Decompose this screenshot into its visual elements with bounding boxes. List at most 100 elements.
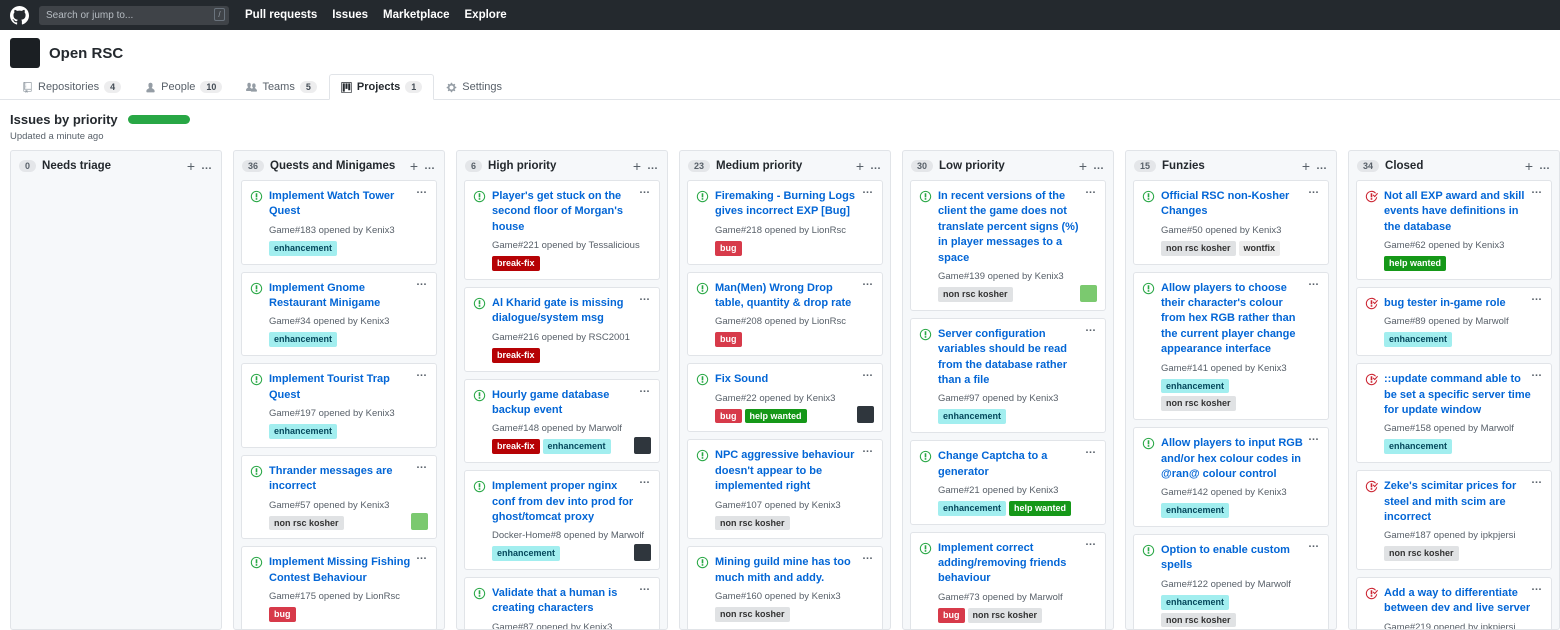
issue-card[interactable]: … Implement correct adding/removing frie…	[910, 532, 1106, 629]
issue-title[interactable]: Not all EXP award and skill events have …	[1384, 189, 1543, 235]
column-menu-button[interactable]: …	[1316, 161, 1328, 172]
card-menu-button[interactable]: …	[1308, 431, 1320, 443]
issue-title[interactable]: Al Kharid gate is missing dialogue/syste…	[492, 296, 651, 327]
tab-repositories[interactable]: Repositories 4	[10, 74, 133, 100]
issue-card[interactable]: … Allow players to choose their characte…	[1133, 272, 1329, 421]
card-menu-button[interactable]: …	[1308, 538, 1320, 550]
card-menu-button[interactable]: …	[1531, 474, 1543, 486]
issue-title[interactable]: Official RSC non-Kosher Changes	[1161, 189, 1320, 220]
issue-title[interactable]: Validate that a human is creating charac…	[492, 586, 651, 617]
issue-title[interactable]: Implement correct adding/removing friend…	[938, 541, 1097, 587]
card-menu-button[interactable]: …	[1085, 444, 1097, 456]
issue-title[interactable]: Add a way to differentiate between dev a…	[1384, 586, 1543, 617]
tab-settings[interactable]: Settings	[434, 74, 514, 100]
card-menu-button[interactable]: …	[1085, 184, 1097, 196]
card-menu-button[interactable]: …	[1308, 276, 1320, 288]
nav-explore[interactable]: Explore	[465, 9, 507, 21]
issue-title[interactable]: Fix Sound	[715, 372, 874, 387]
issue-title[interactable]: Implement Missing Fishing Contest Behavi…	[269, 555, 428, 586]
issue-card[interactable]: … Implement proper nginx conf from dev i…	[464, 470, 660, 570]
issue-title[interactable]: Hourly game database backup event	[492, 388, 651, 419]
card-menu-button[interactable]: …	[639, 383, 651, 395]
issue-card[interactable]: … In recent versions of the client the g…	[910, 180, 1106, 311]
issue-card[interactable]: … Hourly game database backup event Game…	[464, 379, 660, 464]
issue-card[interactable]: … Implement Gnome Restaurant Minigame Ga…	[241, 272, 437, 357]
issue-title[interactable]: Player's get stuck on the second floor o…	[492, 189, 651, 235]
card-menu-button[interactable]: …	[639, 474, 651, 486]
org-avatar[interactable]	[10, 38, 40, 68]
issue-title[interactable]: Server configuration variables should be…	[938, 327, 1097, 389]
issue-title[interactable]: Man(Men) Wrong Drop table, quantity & dr…	[715, 281, 874, 312]
search-box[interactable]: /	[39, 5, 229, 25]
issue-card[interactable]: … Validate that a human is creating char…	[464, 577, 660, 629]
issue-card[interactable]: … Official RSC non-Kosher Changes Game#5…	[1133, 180, 1329, 265]
issue-title[interactable]: Thrander messages are incorrect	[269, 464, 428, 495]
add-card-button[interactable]: +	[1525, 159, 1533, 173]
issue-card[interactable]: … Zeke's scimitar prices for steel and m…	[1356, 470, 1552, 570]
issue-card[interactable]: … Player's get stuck on the second floor…	[464, 180, 660, 280]
search-input[interactable]	[39, 6, 229, 25]
issue-title[interactable]: Firemaking - Burning Logs gives incorrec…	[715, 189, 874, 220]
card-menu-button[interactable]: …	[416, 184, 428, 196]
issue-card[interactable]: … ::update command able to be set a spec…	[1356, 363, 1552, 463]
column-menu-button[interactable]: …	[424, 161, 436, 172]
card-menu-button[interactable]: …	[1085, 536, 1097, 548]
card-menu-button[interactable]: …	[1531, 184, 1543, 196]
issue-card[interactable]: … Add a way to differentiate between dev…	[1356, 577, 1552, 629]
issue-card[interactable]: … Implement Missing Fishing Contest Beha…	[241, 546, 437, 629]
issue-title[interactable]: Implement proper nginx conf from dev int…	[492, 479, 651, 525]
card-menu-button[interactable]: …	[639, 291, 651, 303]
card-menu-button[interactable]: …	[639, 581, 651, 593]
card-menu-button[interactable]: …	[1531, 581, 1543, 593]
issue-card[interactable]: … Not all EXP award and skill events hav…	[1356, 180, 1552, 280]
issue-card[interactable]: … Al Kharid gate is missing dialogue/sys…	[464, 287, 660, 372]
issue-title[interactable]: Allow players to choose their character'…	[1161, 281, 1320, 358]
issue-card[interactable]: … Allow players to input RGB and/or hex …	[1133, 427, 1329, 527]
card-menu-button[interactable]: …	[862, 367, 874, 379]
issue-card[interactable]: … Option to enable custom spells Game#12…	[1133, 534, 1329, 629]
issue-card[interactable]: … Implement Watch Tower Quest Game#183 o…	[241, 180, 437, 265]
issue-card[interactable]: … Implement Tourist Trap Quest Game#197 …	[241, 363, 437, 448]
column-menu-button[interactable]: …	[201, 161, 213, 172]
column-menu-button[interactable]: …	[1539, 161, 1551, 172]
issue-card[interactable]: … Change Captcha to a generator Game#21 …	[910, 440, 1106, 525]
column-menu-button[interactable]: …	[1093, 161, 1105, 172]
card-menu-button[interactable]: …	[862, 184, 874, 196]
github-logo-icon[interactable]	[10, 6, 29, 25]
issue-title[interactable]: Implement Gnome Restaurant Minigame	[269, 281, 428, 312]
column-menu-button[interactable]: …	[647, 161, 659, 172]
card-menu-button[interactable]: …	[1531, 291, 1543, 303]
card-menu-button[interactable]: …	[862, 276, 874, 288]
issue-card[interactable]: … NPC aggressive behaviour doesn't appea…	[687, 439, 883, 539]
nav-pull-requests[interactable]: Pull requests	[245, 9, 317, 21]
issue-title[interactable]: Allow players to input RGB and/or hex co…	[1161, 436, 1320, 482]
issue-title[interactable]: Implement Watch Tower Quest	[269, 189, 428, 220]
card-menu-button[interactable]: …	[1085, 322, 1097, 334]
add-card-button[interactable]: +	[1302, 159, 1310, 173]
card-menu-button[interactable]: …	[416, 276, 428, 288]
tab-projects[interactable]: Projects 1	[329, 74, 434, 100]
tab-teams[interactable]: Teams 5	[234, 74, 328, 100]
nav-issues[interactable]: Issues	[332, 9, 368, 21]
issue-title[interactable]: bug tester in-game role	[1384, 296, 1543, 311]
issue-title[interactable]: Change Captcha to a generator	[938, 449, 1097, 480]
issue-title[interactable]: Zeke's scimitar prices for steel and mit…	[1384, 479, 1543, 525]
issue-title[interactable]: Mining guild mine has too much mith and …	[715, 555, 874, 586]
issue-title[interactable]: NPC aggressive behaviour doesn't appear …	[715, 448, 874, 494]
issue-title[interactable]: In recent versions of the client the gam…	[938, 189, 1097, 266]
issue-card[interactable]: … Firemaking - Burning Logs gives incorr…	[687, 180, 883, 265]
card-menu-button[interactable]: …	[639, 184, 651, 196]
issue-card[interactable]: … Thrander messages are incorrect Game#5…	[241, 455, 437, 540]
issue-title[interactable]: Option to enable custom spells	[1161, 543, 1320, 574]
issue-title[interactable]: ::update command able to be set a specif…	[1384, 372, 1543, 418]
nav-marketplace[interactable]: Marketplace	[383, 9, 449, 21]
card-menu-button[interactable]: …	[1308, 184, 1320, 196]
issue-card[interactable]: … Fix Sound Game#22 opened by Kenix3 bug…	[687, 363, 883, 432]
card-menu-button[interactable]: …	[416, 367, 428, 379]
card-menu-button[interactable]: …	[416, 459, 428, 471]
card-menu-button[interactable]: …	[862, 550, 874, 562]
issue-card[interactable]: … Man(Men) Wrong Drop table, quantity & …	[687, 272, 883, 357]
card-menu-button[interactable]: …	[1531, 367, 1543, 379]
add-card-button[interactable]: +	[1079, 159, 1087, 173]
add-card-button[interactable]: +	[187, 159, 195, 173]
